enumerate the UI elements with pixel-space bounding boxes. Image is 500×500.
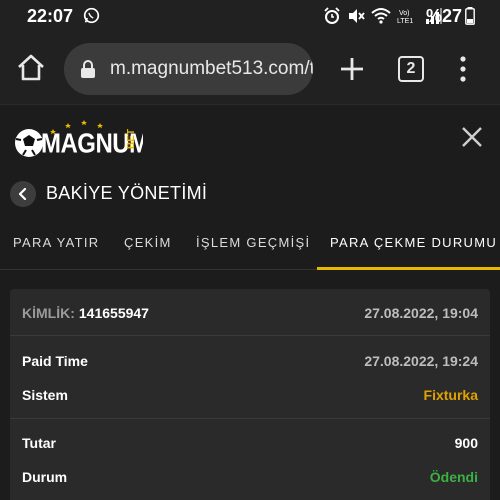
page-title-row: BAKİYE YÖNETİMİ (0, 170, 500, 218)
tab-withdrawal-status[interactable]: PARA ÇEKME DURUMU (330, 235, 497, 250)
balance-tabs: PARA YATIR ÇEKİM İŞLEM GEÇMİŞİ PARA ÇEKM… (0, 218, 500, 270)
site-header: MAGNUM BET (0, 104, 500, 170)
status-row: Durum Ödendi (10, 469, 490, 495)
svg-text:Vo): Vo) (399, 10, 410, 17)
url-text[interactable]: m.magnumbet513.com/tı (110, 58, 313, 80)
close-icon[interactable] (461, 126, 483, 148)
amount-row: Tutar 900 (10, 435, 490, 461)
status-bar: 22:07 Vo) LTE1 %27 (0, 0, 500, 34)
more-menu-icon[interactable] (456, 55, 470, 83)
withdrawal-id-value: 141655947 (78, 305, 149, 321)
amount-label: Tutar (22, 435, 56, 451)
home-icon[interactable] (16, 53, 46, 83)
active-tab-indicator (317, 267, 500, 270)
system-row: Sistem Fixturka (10, 387, 490, 413)
wifi-icon (371, 8, 391, 24)
volte-icon: Vo) LTE1 (397, 10, 413, 25)
battery-icon (465, 7, 475, 25)
lock-icon (81, 60, 95, 78)
address-bar[interactable]: m.magnumbet513.com/tı (64, 43, 313, 95)
withdrawal-id: KİMLİK: 141655947 (22, 305, 149, 321)
chevron-left-icon (18, 188, 27, 200)
system-value: Fixturka (423, 387, 478, 403)
new-tab-icon[interactable] (338, 55, 366, 83)
browser-toolbar: m.magnumbet513.com/tı 2 (0, 34, 500, 104)
card-divider (10, 418, 490, 419)
status-time: 22:07 (27, 6, 74, 26)
withdrawal-card-header: KİMLİK: 141655947 27.08.2022, 19:04 (10, 289, 490, 336)
tab-deposit[interactable]: PARA YATIR (13, 235, 99, 250)
status-label: Durum (22, 469, 68, 485)
alarm-icon (324, 7, 340, 24)
tab-transaction-history[interactable]: İŞLEM GEÇMİŞİ (196, 235, 310, 250)
withdrawal-card: KİMLİK: 141655947 27.08.2022, 19:04 Paid … (10, 289, 490, 500)
system-label: Sistem (22, 387, 68, 403)
back-button[interactable] (10, 181, 36, 207)
withdrawal-id-label: KİMLİK: (22, 305, 75, 321)
tab-switcher-button[interactable]: 2 (398, 56, 424, 82)
amount-value: 900 (454, 435, 478, 451)
battery-percent: %27 (426, 6, 463, 26)
whatsapp-icon (83, 7, 100, 24)
mute-icon (349, 9, 365, 23)
magnumbet-logo[interactable]: MAGNUM BET (8, 109, 143, 167)
paid-time-value: 27.08.2022, 19:24 (364, 353, 478, 369)
svg-text:LTE1: LTE1 (397, 18, 413, 25)
withdrawal-created-date: 27.08.2022, 19:04 (364, 305, 478, 321)
status-value: Ödendi (429, 469, 478, 485)
paid-time-label: Paid Time (22, 353, 88, 369)
tab-withdraw[interactable]: ÇEKİM (124, 235, 172, 250)
paid-time-row: Paid Time 27.08.2022, 19:24 (10, 353, 490, 379)
svg-text:BET: BET (126, 129, 137, 149)
page-title: BAKİYE YÖNETİMİ (46, 183, 208, 203)
